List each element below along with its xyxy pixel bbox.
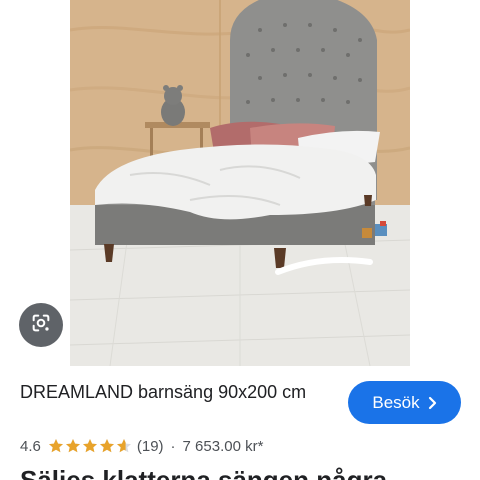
description-text: Säljes klatterna sängen några [20,465,388,480]
google-lens-icon [30,312,52,339]
star-icon [48,439,63,453]
product-photo[interactable] [70,0,410,366]
rating-value: 4.6 [20,437,41,455]
star-icon [82,439,97,453]
star-icon [99,439,114,453]
visit-button-label: Besök [372,392,420,412]
visit-button[interactable]: Besök [348,381,461,424]
google-lens-button[interactable] [19,303,63,347]
star-icon [116,439,131,453]
price: 7 653.00 kr* [182,437,264,455]
product-title[interactable]: DREAMLAND barnsäng 90x200 cm [20,380,320,404]
chevron-right-icon [428,396,437,410]
star-rating [48,438,133,454]
product-info-panel: DREAMLAND barnsäng 90x200 cm Besök 4.6 (… [0,366,480,480]
separator: · [170,437,176,455]
image-preview[interactable] [0,0,480,366]
star-icon [65,439,80,453]
rating-row: 4.6 (19) · 7 653.00 kr* [20,436,263,456]
review-count[interactable]: (19) [137,438,164,455]
